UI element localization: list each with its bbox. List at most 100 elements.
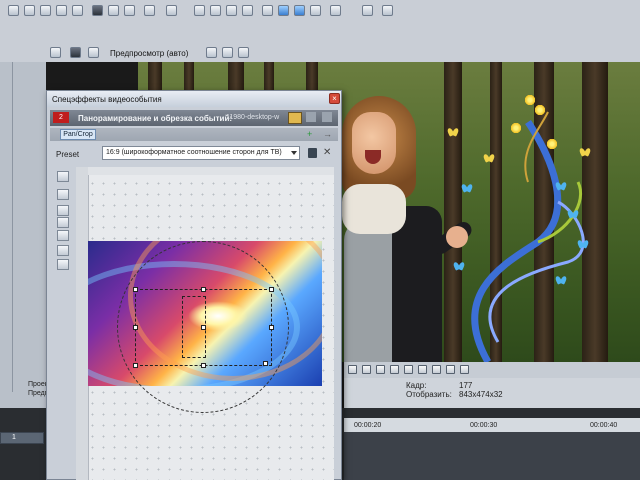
- snap-icon[interactable]: [262, 5, 273, 16]
- stop-icon[interactable]: [404, 365, 413, 374]
- chain-title: Панорамирование и обрезка событий:: [78, 114, 233, 123]
- play-from-start-icon[interactable]: [362, 365, 371, 374]
- delete-preset-icon[interactable]: ✕: [323, 147, 331, 158]
- preview-info-panel: Кадр: 177 Отобразить: 843x474x32: [344, 378, 640, 408]
- ignore-grouping-icon[interactable]: [330, 5, 341, 16]
- track-area[interactable]: [344, 432, 640, 480]
- crop-handle[interactable]: [201, 363, 206, 368]
- flower-decoration: [534, 104, 546, 116]
- move-icon[interactable]: [57, 189, 69, 200]
- plugin-chain-icon[interactable]: [306, 112, 316, 122]
- ruler-mark: 00:00:30: [470, 422, 498, 429]
- chain-number-badge: 2: [53, 112, 69, 123]
- save-icon[interactable]: [40, 5, 51, 16]
- butterfly-decoration: [556, 276, 566, 284]
- display-label: Отобразить:: [406, 390, 452, 399]
- crop-handle[interactable]: [133, 363, 138, 368]
- flower-decoration: [524, 94, 536, 106]
- zoom-tool-icon[interactable]: [242, 5, 253, 16]
- toolbar-row-1: [0, 3, 640, 18]
- preset-dropdown[interactable]: 16:9 (широкоформатное соотношение сторон…: [102, 146, 300, 160]
- display-value: 843x474x32: [459, 390, 503, 399]
- person-scarf: [342, 184, 406, 234]
- preview-quality-dropdown[interactable]: Предпросмотр (авто): [110, 49, 188, 58]
- remove-plugin-icon[interactable]: →: [323, 130, 333, 139]
- move-freely-icon[interactable]: [57, 259, 69, 270]
- lock-envelopes-icon[interactable]: [310, 5, 321, 16]
- toolbar-row-2: [0, 45, 640, 60]
- normal-edit-icon[interactable]: [57, 171, 69, 182]
- butterfly-decoration: [454, 262, 464, 270]
- close-button[interactable]: ×: [329, 93, 340, 104]
- snap-to-grid-icon[interactable]: [57, 217, 69, 228]
- scale-about-center-icon[interactable]: [57, 245, 69, 256]
- crop-handle[interactable]: [133, 325, 138, 330]
- whats-this-icon[interactable]: [382, 5, 393, 16]
- transport-bar: [344, 362, 640, 378]
- track-header[interactable]: [0, 432, 44, 444]
- bypass-fx-icon[interactable]: [288, 112, 302, 124]
- video-preview-properties-icon[interactable]: [50, 47, 61, 58]
- go-to-end-icon[interactable]: [432, 365, 441, 374]
- properties-icon[interactable]: [56, 5, 67, 16]
- panel-divider: [12, 62, 13, 392]
- butterfly-decoration: [484, 154, 494, 162]
- flower-decoration: [546, 138, 558, 150]
- butterfly-decoration: [578, 240, 588, 248]
- flower-decoration: [510, 122, 522, 134]
- auto-ripple-icon[interactable]: [294, 5, 305, 16]
- butterfly-decoration: [568, 210, 578, 218]
- track-number: 1: [12, 434, 16, 441]
- normal-edit-tool-icon[interactable]: [194, 5, 205, 16]
- project-media-panel: [0, 62, 46, 430]
- save-preset-icon[interactable]: [308, 148, 317, 158]
- fx-icon[interactable]: [88, 47, 99, 58]
- external-monitor-icon[interactable]: [70, 47, 81, 58]
- new-project-icon[interactable]: [8, 5, 19, 16]
- save-snapshot-icon[interactable]: [238, 47, 249, 58]
- butterfly-decoration: [556, 182, 566, 190]
- butterfly-decoration: [580, 148, 590, 156]
- remove-fx-icon[interactable]: [322, 112, 332, 122]
- frame-value: 177: [459, 381, 473, 390]
- prev-frame-icon[interactable]: [446, 365, 455, 374]
- workspace-top-ruler: [88, 167, 334, 175]
- crop-center-handle[interactable]: [201, 325, 206, 330]
- loop-playback-icon[interactable]: [348, 365, 357, 374]
- frame-label: Кадр:: [406, 381, 427, 390]
- plugin-pan-crop-tab[interactable]: Pan/Crop: [60, 129, 96, 140]
- zoom-icon[interactable]: [57, 205, 69, 216]
- add-plugin-icon[interactable]: +: [307, 130, 317, 139]
- project-media-tab-label[interactable]: Проек: [28, 381, 48, 388]
- crop-handle[interactable]: [201, 287, 206, 292]
- copy-snapshot-icon[interactable]: [222, 47, 233, 58]
- online-help-icon[interactable]: [362, 5, 373, 16]
- person-face: [352, 112, 396, 174]
- overlays-icon[interactable]: [206, 47, 217, 58]
- go-to-start-icon[interactable]: [418, 365, 427, 374]
- render-icon[interactable]: [72, 5, 83, 16]
- undo-icon[interactable]: [144, 5, 155, 16]
- chain-file-name: 11980-desktop-w: [226, 114, 280, 121]
- butterfly-decoration: [448, 128, 458, 136]
- selection-tool-icon[interactable]: [226, 5, 237, 16]
- crop-handle[interactable]: [133, 287, 138, 292]
- paste-icon[interactable]: [124, 5, 135, 16]
- envelope-tool-icon[interactable]: [210, 5, 221, 16]
- open-icon[interactable]: [24, 5, 35, 16]
- next-frame-icon[interactable]: [460, 365, 469, 374]
- copy-icon[interactable]: [108, 5, 119, 16]
- redo-icon[interactable]: [166, 5, 177, 16]
- preset-label: Preset: [56, 150, 80, 159]
- crop-handle[interactable]: [269, 287, 274, 292]
- crop-handle[interactable]: [269, 325, 274, 330]
- auto-crossfade-icon[interactable]: [278, 5, 289, 16]
- cut-icon[interactable]: [92, 5, 103, 16]
- main-toolbar: [0, 0, 640, 62]
- ruler-mark: 00:00:40: [590, 422, 618, 429]
- chevron-down-icon[interactable]: [291, 151, 297, 155]
- crop-handle[interactable]: [263, 361, 268, 366]
- play-icon[interactable]: [376, 365, 385, 374]
- lock-aspect-icon[interactable]: [57, 230, 69, 241]
- pause-icon[interactable]: [390, 365, 399, 374]
